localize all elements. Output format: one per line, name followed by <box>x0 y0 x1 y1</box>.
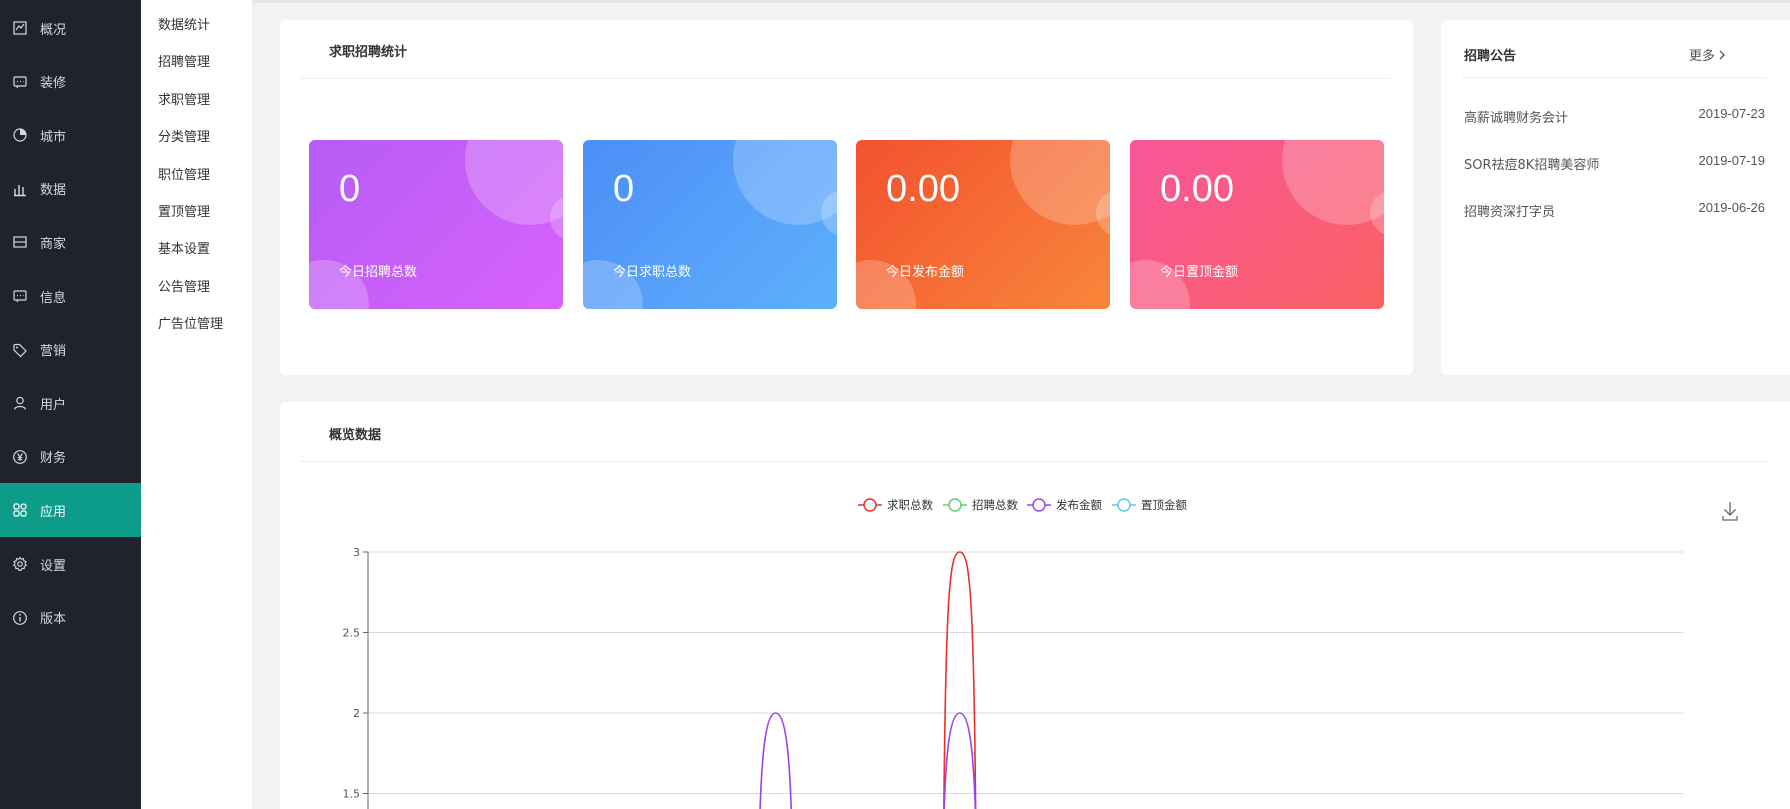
legend-label: 发布金额 <box>1056 498 1102 512</box>
stat-label: 今日发布金额 <box>886 265 965 280</box>
legend-item[interactable]: 招聘总数 <box>943 498 1018 512</box>
submenu-item[interactable]: 招聘管理 <box>158 51 210 70</box>
y-tick-label: 2.5 <box>343 627 361 640</box>
legend-label: 招聘总数 <box>972 498 1018 512</box>
submenu-item[interactable]: 职位管理 <box>158 164 210 183</box>
sidebar-item[interactable]: 财务 <box>0 430 141 484</box>
submenu-item[interactable]: 公告管理 <box>158 276 210 295</box>
stat-label: 今日置顶金额 <box>1160 265 1239 280</box>
stat-value: 0.00 <box>886 168 960 210</box>
info-icon <box>12 610 28 626</box>
legend-marker <box>863 498 877 512</box>
y-tick-label: 3 <box>353 546 360 559</box>
top-strip <box>252 0 1790 3</box>
decoration-icon <box>12 74 28 90</box>
overview-card: 概览数据 3 2.5 2 1.5 求职总数 招聘总数 发布金额 置顶金额 <box>280 402 1790 809</box>
sidebar-item[interactable]: 装修 <box>0 55 141 109</box>
submenu-item[interactable]: 分类管理 <box>158 126 210 145</box>
notice-item-title[interactable]: 高薪诚聘财务会计 <box>1464 107 1568 126</box>
stat-tile-recruit: 0 今日招聘总数 <box>309 140 563 309</box>
legend-label: 置顶金额 <box>1141 498 1187 512</box>
stats-card-title: 求职招聘统计 <box>329 45 408 60</box>
legend-label: 求职总数 <box>887 498 933 512</box>
sidebar-item-label: 营销 <box>40 344 67 360</box>
user-icon <box>12 395 28 411</box>
sidebar-item-label: 数据 <box>40 183 67 199</box>
sidebar-item-label: 财务 <box>40 451 67 467</box>
notice-item-title[interactable]: 招聘资深打字员 <box>1464 201 1555 220</box>
sidebar-item-label: 商家 <box>40 236 67 252</box>
yuan-icon <box>12 449 28 465</box>
notice-card: 招聘公告 更多 高薪诚聘财务会计 2019-07-23 SOR祛痘8K招聘美容师… <box>1441 20 1790 375</box>
stats-card: 求职招聘统计 0 今日招聘总数 0 今日求职总数 0.00 今日发布金额 0.0… <box>280 20 1413 375</box>
series-line <box>943 551 977 809</box>
gear-icon <box>12 556 28 572</box>
legend-marker <box>1032 498 1046 512</box>
sidebar-item-label: 设置 <box>40 558 67 574</box>
sidebar-item[interactable]: 概况 <box>0 1 141 55</box>
stat-label: 今日招聘总数 <box>339 265 418 280</box>
legend-marker <box>948 498 962 512</box>
sidebar-item-label: 信息 <box>40 290 67 306</box>
sidebar-item[interactable]: 应用 <box>0 483 141 538</box>
overview-chart: 3 2.5 2 1.5 求职总数 招聘总数 发布金额 置顶金额 <box>343 498 1738 809</box>
sidebar-item[interactable]: 设置 <box>0 537 141 591</box>
submenu-item[interactable]: 广告位管理 <box>158 313 223 332</box>
stat-label: 今日求职总数 <box>613 265 692 280</box>
y-tick-label: 1.5 <box>343 788 361 801</box>
legend-item[interactable]: 置顶金额 <box>1112 498 1187 512</box>
series-line <box>943 712 977 809</box>
submenu-item[interactable]: 求职管理 <box>158 89 210 108</box>
overview-icon <box>12 20 28 36</box>
stat-value: 0 <box>613 168 635 210</box>
chevron-right-icon <box>1719 50 1725 59</box>
more-link[interactable]: 更多 <box>1689 45 1727 64</box>
sidebar-item-label: 城市 <box>40 129 67 145</box>
sidebar-item[interactable]: 用户 <box>0 376 141 430</box>
legend-item[interactable]: 求职总数 <box>858 498 933 512</box>
sidebar-item-label: 版本 <box>40 612 67 628</box>
sidebar-item-label: 应用 <box>40 504 67 520</box>
y-tick-label: 2 <box>353 707 360 720</box>
notice-item-date: 2019-07-19 <box>1698 153 1766 168</box>
sidebar-item-label: 装修 <box>40 76 67 92</box>
submenu-item[interactable]: 置顶管理 <box>158 201 210 220</box>
sidebar-item-label: 用户 <box>40 397 67 413</box>
download-icon[interactable] <box>1722 502 1738 521</box>
bar-chart-icon <box>12 181 28 197</box>
more-link-label: 更多 <box>1689 49 1716 64</box>
submenu-item[interactable]: 数据统计 <box>158 14 210 33</box>
series-line <box>759 712 793 809</box>
legend-marker <box>1117 498 1131 512</box>
stat-value: 0 <box>339 168 361 210</box>
tag-icon <box>12 342 28 358</box>
sidebar-item[interactable]: 商家 <box>0 215 141 269</box>
notice-item-date: 2019-06-26 <box>1698 200 1766 215</box>
submenu-item[interactable]: 基本设置 <box>158 238 210 257</box>
stat-value: 0.00 <box>1160 168 1234 210</box>
notice-item-date: 2019-07-23 <box>1698 106 1766 121</box>
sidebar-item[interactable]: 营销 <box>0 323 141 377</box>
stat-tile-top-amount: 0.00 今日置顶金额 <box>1130 140 1384 309</box>
city-icon <box>12 127 28 143</box>
sidebar-item[interactable]: 信息 <box>0 269 141 323</box>
card-divider <box>1461 77 1767 78</box>
sidebar-item[interactable]: 数据 <box>0 162 141 216</box>
apps-icon <box>12 502 28 518</box>
store-icon <box>12 234 28 250</box>
notice-card-title: 招聘公告 <box>1464 49 1517 64</box>
app-submenu: 数据统计招聘管理求职管理分类管理职位管理置顶管理基本设置公告管理广告位管理 <box>141 0 252 809</box>
sidebar-item[interactable]: 版本 <box>0 591 141 645</box>
stat-tile-publish-amount: 0.00 今日发布金额 <box>856 140 1110 309</box>
sidebar-item[interactable]: 城市 <box>0 108 141 162</box>
message-icon <box>12 288 28 304</box>
card-divider <box>300 78 1391 79</box>
legend-item[interactable]: 发布金额 <box>1027 498 1102 512</box>
stat-tile-jobseek: 0 今日求职总数 <box>583 140 837 309</box>
main-sidebar: 概况装修城市数据商家信息营销用户财务应用设置版本 <box>0 0 141 809</box>
notice-item-title[interactable]: SOR祛痘8K招聘美容师 <box>1464 154 1599 173</box>
sidebar-item-label: 概况 <box>40 22 67 38</box>
